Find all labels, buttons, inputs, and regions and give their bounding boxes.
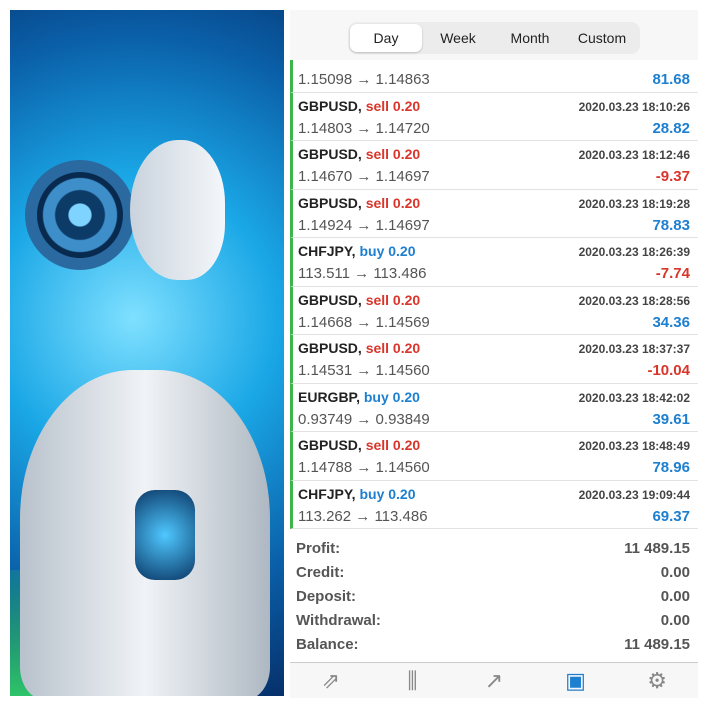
summary-label: Withdrawal: [296,612,381,629]
deal-symbol: GBPUSD, sell 0.20 [298,195,420,211]
deal-row[interactable]: GBPUSD, sell 0.20 2020.03.23 18:12:46 1.… [290,141,698,190]
deal-symbol: CHFJPY, buy 0.20 [298,243,416,259]
deal-prices: 113.511 → 113.486 [298,265,427,282]
tab-week[interactable]: Week [422,24,494,52]
deal-side: buy 0.20 [359,243,416,259]
deal-profit: -10.04 [647,362,690,379]
history-panel: Day Week Month Custom 1.15098 → 1.14863 … [290,10,698,698]
deal-side: sell 0.20 [365,437,421,453]
tab-month[interactable]: Month [494,24,566,52]
deal-symbol: EURGBP, buy 0.20 [298,389,420,405]
deal-profit: 28.82 [652,119,690,137]
deal-prices: 1.14924 → 1.14697 [298,216,430,234]
deal-symbol: GBPUSD, sell 0.20 [298,437,420,453]
deal-row[interactable]: GBPUSD, sell 0.20 2020.03.23 18:28:56 1.… [290,286,698,335]
deal-symbol: CHFJPY, buy 0.20 [298,486,416,502]
period-bar: Day Week Month Custom [290,10,698,60]
candlestick-chart-icon[interactable]: ⫼ [392,668,432,694]
deal-profit: 81.68 [652,71,690,88]
deal-profit: -9.37 [655,168,690,185]
deal-prices: 1.14531 → 1.14560 [298,362,430,379]
deal-prices: 1.14803 → 1.14720 [298,119,430,137]
deal-prices: 1.14670 → 1.14697 [298,168,430,185]
summary-label: Profit: [296,540,341,557]
deal-profit: 78.96 [652,459,690,476]
summary-row: Withdrawal: 0.00 [290,612,698,636]
deal-side: sell 0.20 [365,340,421,356]
deal-side: buy 0.20 [359,485,416,502]
summary-value: 11 489.15 [624,636,690,653]
deal-time: 2020.03.23 18:37:37 [578,342,690,356]
settings-gear-icon[interactable]: ⚙ [637,668,677,694]
deal-side: sell 0.20 [365,291,421,308]
summary-value: 0.00 [660,564,690,581]
summary-row: Profit: 11 489.15 [290,540,698,564]
symbol-text: CHFJPY, [298,485,356,502]
deal-profit: 39.61 [652,410,690,428]
summary-row: Credit: 0.00 [290,564,698,588]
deal-prices: 1.14668 → 1.14569 [298,313,430,331]
summary: Profit: 11 489.15 Credit: 0.00 Deposit: 0.00 W… [290,540,698,660]
bottom-tab-bar: ⇗ ⫼ ↗ ▣ ⚙ [290,662,698,698]
deal-time: 2020.03.23 18:19:28 [578,196,690,211]
symbol-text: GBPUSD, [298,437,362,453]
summary-value: 0.00 [660,588,690,605]
symbol-text: GBPUSD, [298,97,362,114]
deal-time: 2020.03.23 19:09:44 [578,487,690,502]
symbol-text: GBPUSD, [298,146,362,162]
deal-time: 2020.03.23 18:26:39 [578,245,690,259]
deal-prices: 0.93749 → 0.93849 [298,410,430,428]
deal-prices: 1.15098 → 1.14863 [298,71,430,88]
deal-row[interactable]: GBPUSD, sell 0.20 2020.03.23 18:37:37 1.… [290,335,698,384]
robot-illustration [10,10,284,696]
robot-head [130,140,225,280]
deal-row[interactable]: CHFJPY, buy 0.20 2020.03.23 18:26:39 113… [290,238,698,287]
deal-prices: 1.14788 → 1.14560 [298,459,430,476]
robot-gear [25,160,135,270]
deal-side: sell 0.20 [365,194,421,211]
symbol-text: CHFJPY, [298,243,356,259]
tab-day[interactable]: Day [350,24,422,52]
deal-profit: 78.83 [652,216,690,234]
summary-label: Credit: [296,564,345,581]
deal-time: 2020.03.23 18:48:49 [578,439,690,453]
deal-prices: 113.262 → 113.486 [298,507,428,525]
deal-time: 2020.03.23 18:28:56 [578,293,690,308]
symbol-text: GBPUSD, [298,291,362,308]
deal-time: 2020.03.23 18:12:46 [578,148,690,162]
history-inbox-icon[interactable]: ▣ [556,668,596,694]
symbol-text: GBPUSD, [298,340,362,356]
summary-label: Deposit: [296,588,356,605]
symbol-text: EURGBP, [298,388,360,405]
summary-value: 0.00 [660,612,690,629]
deal-symbol: GBPUSD, sell 0.20 [298,292,420,308]
deal-side: sell 0.20 [365,146,421,162]
tab-custom[interactable]: Custom [566,24,638,52]
deal-symbol: GBPUSD, sell 0.20 [298,98,420,114]
deal-side: sell 0.20 [365,97,421,114]
summary-row: Deposit: 0.00 [290,588,698,612]
deal-symbol: GBPUSD, sell 0.20 [298,340,420,356]
deal-profit: 69.37 [652,507,690,525]
deal-row[interactable]: GBPUSD, sell 0.20 2020.03.23 18:19:28 1.… [290,189,698,238]
summary-value: 11 489.15 [624,540,690,557]
deal-row[interactable]: GBPUSD, sell 0.20 2020.03.23 18:10:26 1.… [290,92,698,141]
robot-core [135,490,195,580]
symbol-text: GBPUSD, [298,194,362,211]
deal-row[interactable]: EURGBP, buy 0.20 2020.03.23 18:42:02 0.9… [290,383,698,432]
period-selector: Day Week Month Custom [348,22,640,54]
deal-time: 2020.03.23 18:10:26 [578,99,690,114]
trade-chart-icon[interactable]: ↗ [474,668,514,694]
deal-row[interactable]: GBPUSD, sell 0.20 2020.03.23 18:48:49 1.… [290,432,698,481]
deal-side: buy 0.20 [363,388,420,405]
deal-profit: 34.36 [652,313,690,331]
deal-symbol: GBPUSD, sell 0.20 [298,146,420,162]
deal-time: 2020.03.23 18:42:02 [578,390,690,405]
quotes-arrows-icon[interactable]: ⇗ [311,668,351,694]
deal-row[interactable]: CHFJPY, buy 0.20 2020.03.23 19:09:44 113… [290,480,698,529]
summary-label: Balance: [296,636,359,653]
summary-row: Balance: 11 489.15 [290,636,698,660]
deal-profit: -7.74 [655,265,690,282]
